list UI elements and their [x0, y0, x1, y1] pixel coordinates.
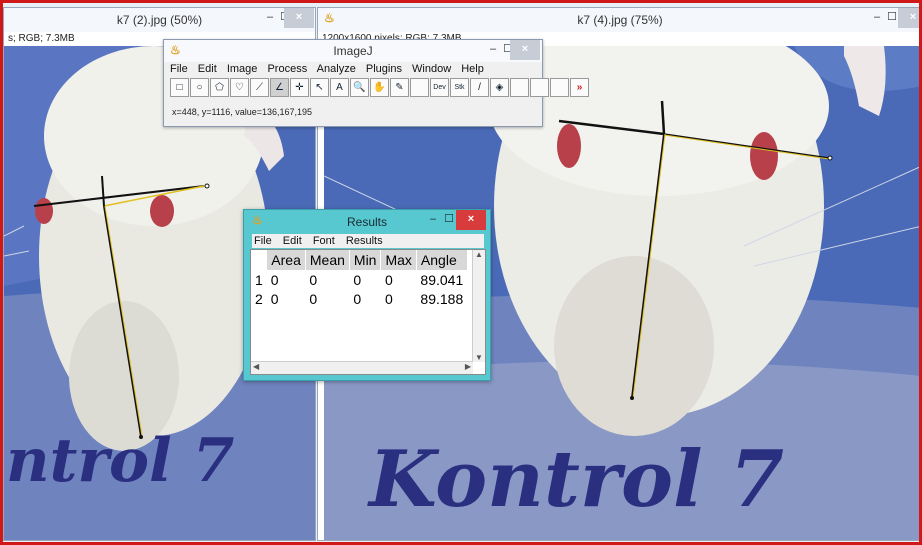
point-tool-icon[interactable]: ✛: [290, 78, 309, 97]
right-window-title: k7 (4).jpg (75%): [577, 13, 663, 27]
menu-results[interactable]: Results: [346, 235, 383, 247]
menu-edit[interactable]: Edit: [198, 63, 217, 75]
imagej-menubar: File Edit Image Process Analyze Plugins …: [170, 63, 491, 77]
scroll-up-icon[interactable]: ▲: [473, 250, 485, 259]
rectangle-tool-icon[interactable]: □: [170, 78, 189, 97]
menu-font[interactable]: Font: [313, 235, 335, 247]
results-titlebar[interactable]: ♨ Results – ☐ ×: [244, 210, 490, 232]
cell-area: 0: [270, 271, 279, 288]
blank-tool-slot: [550, 78, 569, 97]
scroll-down-icon[interactable]: ▼: [473, 353, 485, 362]
line-tool-icon[interactable]: ⟋: [250, 78, 269, 97]
close-button[interactable]: ×: [284, 8, 314, 28]
scroll-right-icon[interactable]: ▶: [465, 362, 471, 371]
column-header-min[interactable]: Min: [349, 250, 382, 270]
close-button[interactable]: ×: [456, 210, 486, 230]
table-header-row: Area Mean Min Max Angle: [251, 250, 468, 270]
cell-index: 1: [255, 271, 263, 288]
results-table-area[interactable]: Area Mean Min Max Angle 1 0 0 0 0 89.041: [250, 249, 486, 375]
menu-plugins[interactable]: Plugins: [366, 63, 402, 75]
table-row[interactable]: 2 0 0 0 0 89.188: [251, 289, 467, 308]
menu-file[interactable]: File: [170, 63, 188, 75]
polygon-tool-icon[interactable]: ⬠: [210, 78, 229, 97]
screen-frame: k7 (2).jpg (50%) – ☐ × s; RGB; 7.3MB: [0, 0, 922, 545]
cell-index: 2: [255, 290, 263, 307]
left-window-titlebar[interactable]: k7 (2).jpg (50%) – ☐ ×: [4, 8, 315, 32]
table-row[interactable]: 1 0 0 0 0 89.041: [251, 270, 467, 289]
imagej-toolbar: □ ○ ⬠ ♡ ⟋ ∠ ✛ ↖ A 🔍 ✋ ✎ Dev Stk / ◈ »: [170, 78, 590, 98]
imagej-status-bar: x=448, y=1116, value=136,167,195: [172, 107, 313, 117]
color-picker-tool-icon[interactable]: ✎: [390, 78, 409, 97]
cell-area: 0: [270, 290, 279, 307]
close-button[interactable]: ×: [510, 40, 540, 60]
vertical-scrollbar[interactable]: ▲ ▼: [472, 250, 485, 362]
stk-tool-icon[interactable]: Stk: [450, 78, 469, 97]
scroll-left-icon[interactable]: ◀: [253, 362, 259, 371]
scroll-tool-icon[interactable]: ✋: [370, 78, 389, 97]
blank-tool-slot: [530, 78, 549, 97]
angle-tool-icon[interactable]: ∠: [270, 78, 289, 97]
close-button[interactable]: ×: [898, 8, 919, 28]
freehand-tool-icon[interactable]: ♡: [230, 78, 249, 97]
menu-analyze[interactable]: Analyze: [317, 63, 356, 75]
more-tools-icon[interactable]: »: [570, 78, 589, 97]
menu-file[interactable]: File: [254, 235, 272, 247]
cell-max: 0: [384, 290, 393, 307]
wand-tool-icon[interactable]: ↖: [310, 78, 329, 97]
results-menubar: File Edit Font Results: [252, 234, 484, 248]
menu-window[interactable]: Window: [412, 63, 451, 75]
left-handwriting: ntrol 7: [6, 426, 235, 496]
magnifier-tool-icon[interactable]: 🔍: [350, 78, 369, 97]
column-header-index[interactable]: [251, 250, 268, 270]
flood-fill-tool-icon[interactable]: ◈: [490, 78, 509, 97]
text-tool-icon[interactable]: A: [330, 78, 349, 97]
column-header-mean[interactable]: Mean: [305, 250, 350, 270]
cell-mean: 0: [309, 271, 318, 288]
results-table: Area Mean Min Max Angle 1 0 0 0 0 89.041: [251, 250, 468, 308]
menu-process[interactable]: Process: [267, 63, 307, 75]
cell-mean: 0: [309, 290, 318, 307]
blank-tool-slot: [410, 78, 429, 97]
cell-max: 0: [384, 271, 393, 288]
blank-tool-slot: [510, 78, 529, 97]
column-header-area[interactable]: Area: [266, 250, 306, 270]
horizontal-scrollbar[interactable]: ◀ ▶: [251, 361, 473, 374]
imagej-titlebar[interactable]: ♨ ImageJ – ☐ ×: [164, 40, 542, 62]
brush-tool-icon[interactable]: /: [470, 78, 489, 97]
results-window[interactable]: ♨ Results – ☐ × File Edit Font Results A…: [243, 209, 491, 381]
dev-tool-icon[interactable]: Dev: [430, 78, 449, 97]
menu-help[interactable]: Help: [461, 63, 484, 75]
imagej-main-window[interactable]: ♨ ImageJ – ☐ × File Edit Image Process A…: [163, 39, 589, 127]
menu-edit[interactable]: Edit: [283, 235, 302, 247]
column-header-max[interactable]: Max: [380, 250, 417, 270]
column-header-angle[interactable]: Angle: [416, 250, 468, 270]
cell-min: 0: [353, 290, 362, 307]
oval-tool-icon[interactable]: ○: [190, 78, 209, 97]
cell-angle: 89.188: [420, 290, 464, 307]
right-handwriting: Kontrol 7: [367, 434, 784, 525]
cell-angle: 89.041: [420, 271, 464, 288]
cell-min: 0: [353, 271, 362, 288]
menu-image[interactable]: Image: [227, 63, 258, 75]
right-window-titlebar[interactable]: ♨ k7 (4).jpg (75%) – ☐ ×: [318, 8, 919, 32]
